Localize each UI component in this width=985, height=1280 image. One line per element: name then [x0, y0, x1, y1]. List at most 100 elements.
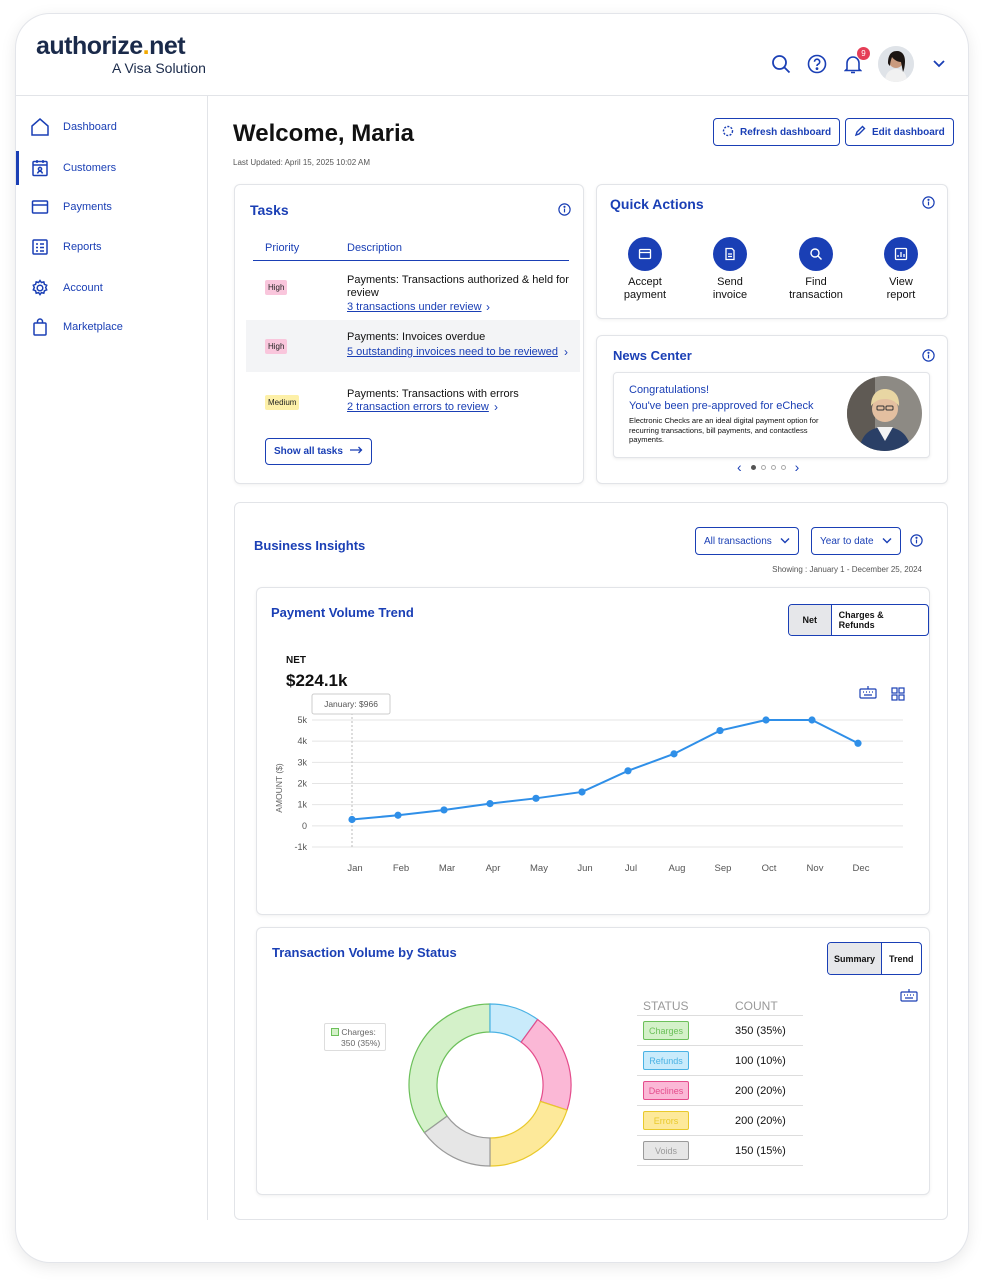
status-count: 350 (35%) — [735, 1024, 786, 1037]
transaction-type-select[interactable]: All transactions — [695, 527, 799, 555]
sidebar-item-reports[interactable]: Reports — [16, 230, 208, 264]
data-point — [578, 788, 586, 796]
task-row[interactable]: High Payments: Invoices overdue 5 outsta… — [246, 320, 580, 372]
task-link[interactable]: 2 transaction errors to review — [347, 401, 489, 413]
top-bar: authorize.net A Visa Solution 9 — [16, 14, 968, 96]
avatar[interactable] — [878, 46, 914, 82]
chevron-left-icon[interactable]: ‹ — [737, 460, 742, 474]
priority-badge: Medium — [265, 395, 300, 410]
sidebar-item-account[interactable]: Account — [16, 271, 208, 305]
pencil-icon — [854, 125, 866, 140]
sidebar: Dashboard Customers Payments Reports Acc… — [16, 96, 208, 1220]
chevron-right-icon: › — [486, 300, 490, 314]
info-icon[interactable] — [922, 349, 935, 362]
charges-refunds-toggle-option[interactable]: Charges & Refunds — [832, 605, 928, 635]
sidebar-item-customers[interactable]: Customers — [16, 151, 208, 185]
news-article[interactable]: Congratulations! You've been pre-approve… — [613, 372, 930, 458]
refresh-dashboard-button[interactable]: Refresh dashboard — [713, 118, 841, 146]
summary-toggle-option[interactable]: Summary — [828, 943, 882, 974]
pager-dot[interactable] — [780, 464, 786, 470]
show-all-tasks-button[interactable]: Show all tasks — [265, 438, 372, 465]
task-link[interactable]: 5 outstanding invoices need to be review… — [347, 346, 558, 358]
priority-badge: High — [265, 280, 288, 295]
search-icon[interactable] — [770, 53, 792, 75]
chevron-down-icon[interactable] — [928, 53, 950, 75]
news-center-title: News Center — [613, 348, 692, 363]
status-donut-chart — [408, 1003, 572, 1167]
bell-icon[interactable]: 9 — [842, 47, 870, 75]
notification-badge: 9 — [857, 47, 870, 60]
task-link[interactable]: 3 transactions under review — [347, 301, 482, 313]
chevron-right-icon[interactable]: › — [795, 460, 800, 474]
status-count: 200 (20%) — [735, 1084, 786, 1097]
sidebar-item-label: Customers — [63, 162, 117, 174]
news-photo — [847, 376, 922, 451]
data-point — [440, 806, 448, 814]
quick-action-label: View — [889, 276, 913, 288]
quick-actions-card: Quick Actions Accept payment Send invoice … — [596, 184, 948, 319]
metric-label: NET — [286, 655, 306, 666]
status-count: 200 (20%) — [735, 1114, 786, 1127]
info-icon[interactable] — [910, 534, 923, 547]
task-title: Payments: Transactions with errors — [347, 388, 519, 400]
view-report-button[interactable]: View report — [861, 237, 941, 302]
find-transaction-button[interactable]: Find transaction — [776, 237, 856, 302]
pager-dot-active[interactable] — [750, 464, 756, 470]
net-toggle-option[interactable]: Net — [789, 605, 832, 635]
page-title: Welcome, Maria — [233, 120, 414, 147]
pager-dot[interactable] — [770, 464, 776, 470]
task-row[interactable]: High Payments: Transactions authorized &… — [246, 265, 580, 317]
last-updated-text: Last Updated: April 15, 2025 10:02 AM — [233, 158, 370, 167]
quick-action-label: invoice — [712, 289, 748, 301]
header-actions: 9 — [770, 46, 950, 82]
sidebar-item-marketplace[interactable]: Marketplace — [16, 310, 208, 344]
pager-dot[interactable] — [760, 464, 766, 470]
y-tick-label: 3k — [297, 757, 307, 767]
x-tick-label: Aug — [669, 863, 686, 874]
x-tick-label: Apr — [486, 863, 501, 874]
chevron-down-icon — [780, 536, 790, 547]
keyboard-icon[interactable] — [900, 988, 918, 1007]
status-column-header: STATUS — [643, 998, 689, 1013]
date-range-select[interactable]: Year to date — [811, 527, 901, 555]
status-row: Declines 200 (20%) — [637, 1076, 803, 1106]
send-invoice-button[interactable]: Send invoice — [690, 237, 770, 302]
bag-icon — [30, 317, 50, 337]
logo[interactable]: authorize.net — [36, 32, 186, 61]
gear-icon — [30, 278, 50, 298]
status-chip: Refunds — [643, 1051, 689, 1070]
sidebar-item-label: Dashboard — [63, 121, 117, 133]
business-insights-title: Business Insights — [254, 538, 366, 553]
info-icon[interactable] — [558, 203, 571, 216]
accept-payment-button[interactable]: Accept payment — [605, 237, 685, 302]
status-chip: Voids — [643, 1141, 689, 1160]
calendar-user-icon — [30, 158, 50, 178]
status-table: STATUS COUNT Charges 350 (35%) Refunds 100 … — [637, 996, 803, 1166]
trend-toggle-option[interactable]: Trend — [882, 943, 921, 974]
info-icon[interactable] — [922, 196, 935, 209]
donut-slice-charges[interactable] — [408, 1003, 491, 1134]
sidebar-item-dashboard[interactable]: Dashboard — [16, 110, 208, 144]
donut-slice-declines[interactable] — [520, 1018, 572, 1111]
chevron-right-icon: › — [494, 400, 498, 414]
showing-date-range: Showing : January 1 - December 25, 2024 — [772, 565, 922, 574]
status-count: 150 (15%) — [735, 1144, 786, 1157]
edit-dashboard-button[interactable]: Edit dashboard — [845, 118, 954, 146]
y-tick-label: 5k — [297, 715, 307, 725]
news-subheadline: You've been pre-approved for eCheck — [629, 400, 814, 412]
quick-action-label: Find — [805, 276, 827, 288]
date-range-value: Year to date — [820, 535, 874, 547]
status-chip: Errors — [643, 1111, 689, 1130]
show-all-tasks-label: Show all tasks — [274, 446, 343, 457]
donut-slice-errors[interactable] — [489, 1100, 568, 1167]
data-point — [716, 726, 724, 735]
description-column-header: Description — [347, 242, 403, 254]
task-row[interactable]: Medium Payments: Transactions with error… — [246, 376, 580, 428]
sidebar-item-payments[interactable]: Payments — [16, 190, 208, 224]
help-icon[interactable] — [806, 53, 828, 75]
refresh-dashboard-label: Refresh dashboard — [740, 126, 832, 138]
data-point — [486, 800, 494, 808]
payment-icon — [628, 237, 662, 271]
transaction-volume-status-card: Transaction Volume by Status Summary Tre… — [256, 927, 930, 1195]
y-tick-label: 0 — [302, 821, 307, 831]
